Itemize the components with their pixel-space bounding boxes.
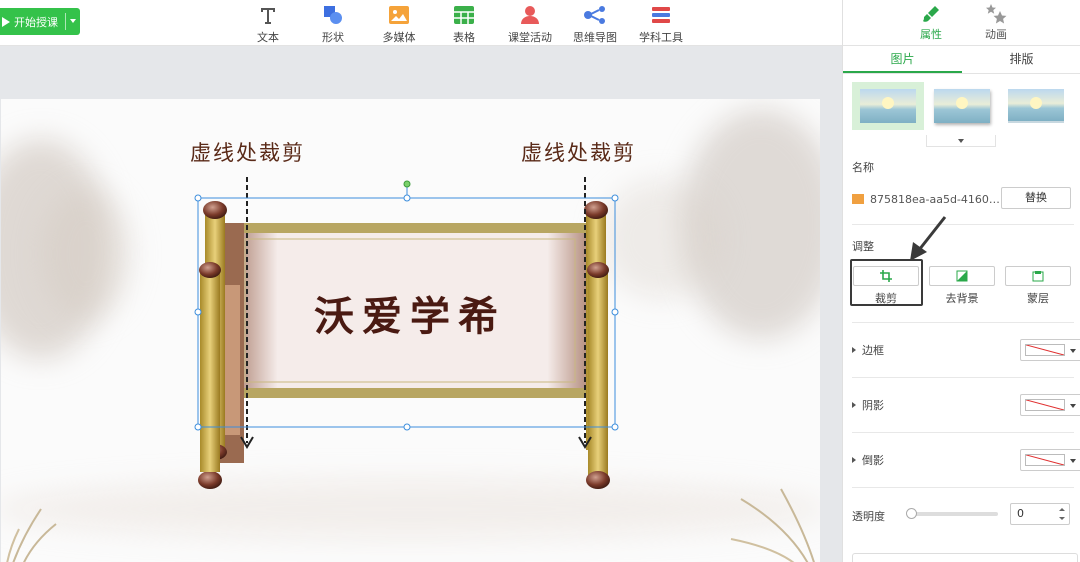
media-icon [369, 4, 429, 26]
expand-icon [852, 402, 856, 408]
opacity-input[interactable]: 0 [1010, 503, 1070, 525]
selection-box[interactable] [192, 178, 622, 436]
image-style-thumb-3[interactable] [1000, 82, 1072, 130]
image-style-thumb-2[interactable] [926, 82, 998, 130]
play-icon [2, 16, 10, 27]
tool-classroom-activity[interactable]: 课堂活动 [500, 4, 560, 44]
tool-subject-tools[interactable]: 学科工具 [631, 4, 691, 44]
file-name: 875818ea-aa5d-4160-8... [870, 192, 1000, 206]
increment-icon[interactable] [1059, 508, 1065, 511]
tool-table[interactable]: 表格 [434, 4, 494, 44]
shadow-row[interactable]: 阴影 [852, 393, 1080, 417]
opacity-slider-handle[interactable] [906, 508, 917, 519]
remove-background-label: 去背景 [945, 292, 979, 305]
chevron-down-icon [958, 138, 964, 143]
image-file-icon [852, 194, 864, 204]
shadow-color-picker[interactable] [1020, 394, 1080, 416]
tab-animation[interactable]: 动画 [966, 0, 1026, 46]
brush-icon [901, 2, 961, 26]
expand-icon [852, 457, 856, 463]
tool-mindmap[interactable]: 思维导图 [565, 4, 625, 44]
mask-button[interactable] [1005, 266, 1071, 286]
shape-icon [303, 4, 363, 26]
name-label: 名称 [852, 161, 874, 174]
cut-label-left: 虚线处裁剪 [190, 141, 305, 165]
classroom-activity-icon [500, 4, 560, 26]
expand-icon [852, 347, 856, 353]
cut-label-right: 虚线处裁剪 [521, 141, 636, 165]
tool-media[interactable]: 多媒体 [369, 4, 429, 44]
reed-decoration-right [730, 488, 815, 562]
table-icon [434, 4, 494, 26]
border-color-picker[interactable] [1020, 339, 1080, 361]
adjust-label: 调整 [852, 240, 874, 253]
subject-tools-icon [631, 4, 691, 26]
subtab-layout[interactable]: 排版 [962, 46, 1080, 73]
stars-icon [966, 2, 1026, 26]
text-icon [238, 4, 298, 26]
opacity-label: 透明度 [852, 510, 885, 523]
reed-decoration-left [6, 508, 57, 562]
start-class-label: 开始授课 [14, 15, 58, 29]
reflection-color-picker[interactable] [1020, 449, 1080, 471]
annotation-arrow [910, 216, 947, 261]
tool-shape[interactable]: 形状 [303, 4, 363, 44]
mask-icon [1032, 271, 1044, 282]
reflection-row[interactable]: 倒影 [852, 448, 1080, 472]
mindmap-icon [565, 4, 625, 26]
start-class-button[interactable]: 开始授课 [0, 8, 80, 35]
image-style-thumb-1[interactable] [852, 82, 924, 130]
mask-label: 蒙层 [1027, 292, 1049, 305]
remove-background-button[interactable] [929, 266, 995, 286]
replace-button[interactable]: 替换 [1001, 187, 1071, 209]
panel-subtabs: 图片 排版 [843, 46, 1080, 74]
remove-bg-icon [956, 270, 968, 282]
panel-tabs: 属性 动画 [843, 0, 1080, 46]
tool-text[interactable]: 文本 [238, 4, 298, 44]
tab-properties[interactable]: 属性 [901, 0, 961, 46]
border-row[interactable]: 边框 [852, 338, 1080, 362]
start-dropdown-caret-icon[interactable] [70, 19, 76, 23]
thumbs-more-button[interactable] [926, 135, 996, 147]
decrement-icon[interactable] [1059, 517, 1065, 520]
opacity-slider-track[interactable] [913, 512, 998, 516]
subtab-image[interactable]: 图片 [843, 46, 962, 73]
crop-highlight-box [850, 259, 923, 306]
next-section-box [852, 553, 1078, 562]
